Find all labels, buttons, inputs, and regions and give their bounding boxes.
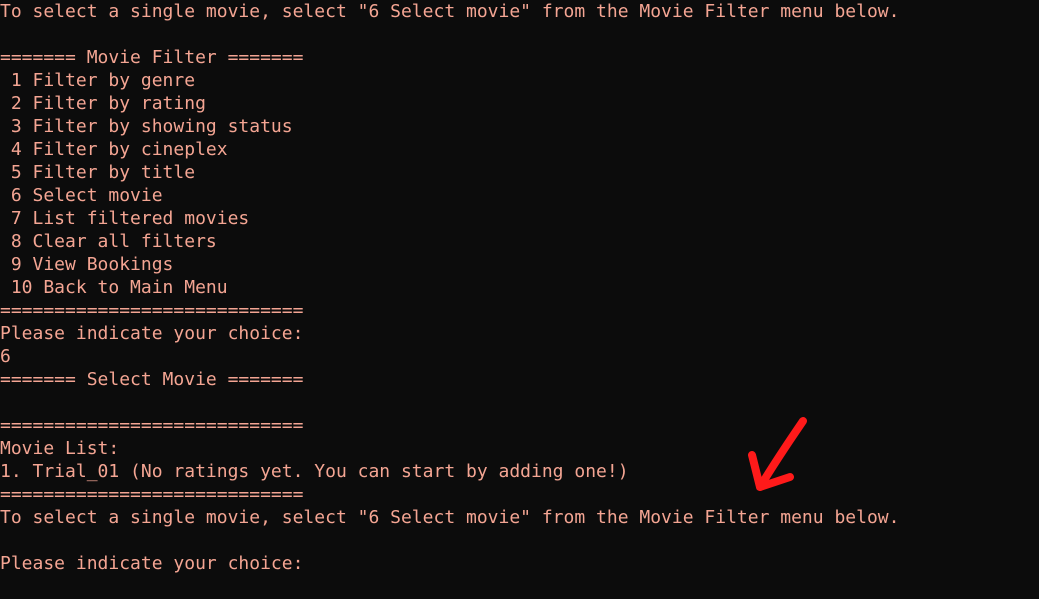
- menu-option-showing-status: 3 Filter by showing status: [0, 116, 293, 137]
- menu-option-list-filtered: 7 List filtered movies: [0, 208, 250, 229]
- user-input-echo: 6: [0, 346, 11, 367]
- menu-option-rating: 2 Filter by rating: [0, 93, 206, 114]
- menu-option-select-movie: 6 Select movie: [0, 185, 163, 206]
- menu-option-clear-filters: 8 Clear all filters: [0, 231, 217, 252]
- choice-prompt: Please indicate your choice:: [0, 323, 304, 344]
- menu-option-title: 5 Filter by title: [0, 162, 196, 183]
- movie-list-heading: Movie List:: [0, 438, 120, 459]
- separator-line: ============================: [0, 415, 304, 436]
- movie-filter-header: ======= Movie Filter =======: [0, 47, 304, 68]
- menu-option-genre: 1 Filter by genre: [0, 70, 196, 91]
- select-movie-header: ======= Select Movie =======: [0, 369, 304, 390]
- separator-line: ============================: [0, 300, 304, 321]
- menu-option-view-bookings: 9 View Bookings: [0, 254, 174, 275]
- instruction-line: To select a single movie, select "6 Sele…: [0, 1, 900, 22]
- menu-option-back-main: 10 Back to Main Menu: [0, 277, 228, 298]
- instruction-line: To select a single movie, select "6 Sele…: [0, 507, 900, 528]
- choice-prompt: Please indicate your choice:: [0, 553, 304, 574]
- movie-list-item: 1. Trial_01 (No ratings yet. You can sta…: [0, 461, 629, 482]
- console-window[interactable]: To select a single movie, select "6 Sele…: [0, 0, 1039, 599]
- menu-option-cineplex: 4 Filter by cineplex: [0, 139, 228, 160]
- separator-line: ============================: [0, 484, 304, 505]
